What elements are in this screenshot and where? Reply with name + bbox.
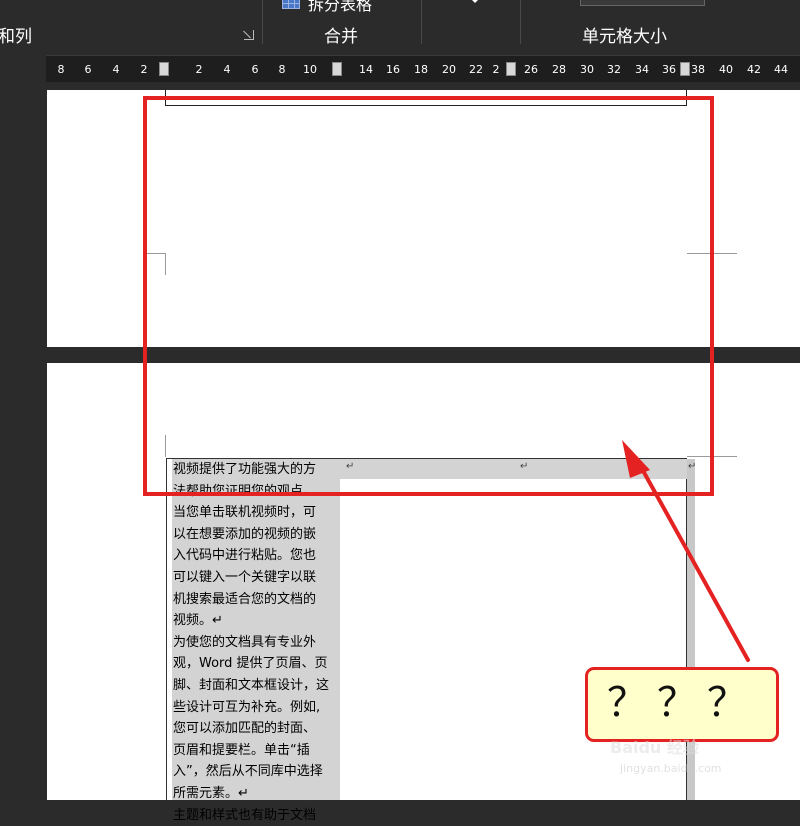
ruler-tick: 18 <box>406 63 436 76</box>
ruler-tick: 10 <box>295 63 325 76</box>
question-callout: ？？？ <box>585 667 779 742</box>
text-line: 当您单击联机视频时，可 <box>173 502 341 524</box>
ruler-tick: 4 <box>212 63 242 76</box>
ruler-tick: 2 <box>184 63 214 76</box>
text-line: 页眉和提要栏。单击“插 <box>173 740 341 762</box>
group-separator <box>520 0 521 44</box>
ruler-tick: 8 <box>267 63 297 76</box>
left-indent-marker[interactable] <box>159 62 169 76</box>
ruler-tick: 6 <box>240 63 270 76</box>
text-line: 以在想要添加的视频的嵌 <box>173 524 341 546</box>
ruler-tick: 28 <box>544 63 574 76</box>
ruler-tick: 14 <box>351 63 381 76</box>
ruler-tick: 34 <box>627 63 657 76</box>
ribbon: 和列 拆分表格 合并 单元格大小 <box>0 0 800 55</box>
highlight-box <box>143 96 714 496</box>
group-separator <box>421 0 422 44</box>
text-line: 主题和样式也有助于文档 <box>173 805 341 826</box>
group-separator <box>262 0 263 44</box>
text-line: 为使您的文档具有专业外 <box>173 632 341 654</box>
ruler-tick: 16 <box>378 63 408 76</box>
cell-size-group-label: 单元格大小 <box>582 22 667 47</box>
split-table-label: 拆分表格 <box>308 0 372 15</box>
text-line: 视频。↵ <box>173 610 341 632</box>
ruler-tick: 26 <box>516 63 546 76</box>
text-line: 您可以添加匹配的封面、 <box>173 718 341 740</box>
dialog-launcher-icon[interactable] <box>244 30 254 40</box>
ruler-tick: 44 <box>766 63 796 76</box>
text-line: 入代码中进行粘贴。您也 <box>173 545 341 567</box>
ruler-tick: 38 <box>683 63 713 76</box>
ruler-tick: 20 <box>434 63 464 76</box>
horizontal-ruler[interactable]: 8 6 4 2 2 4 6 8 10 14 16 18 20 22 2 26 2… <box>46 55 800 83</box>
text-line: 些设计可互为补充。例如, <box>173 697 341 719</box>
ruler-tick: 42 <box>739 63 769 76</box>
table-icon <box>282 0 300 9</box>
split-table-button[interactable]: 拆分表格 <box>282 0 372 15</box>
rows-columns-group-label: 和列 <box>0 22 32 47</box>
ruler-tick: 30 <box>572 63 602 76</box>
text-line: 所需元素。↵ <box>173 783 341 805</box>
text-line: 可以键入一个关键字以联 <box>173 567 341 589</box>
text-line: 观，Word 提供了页眉、页 <box>173 653 341 675</box>
ruler-tick: 32 <box>599 63 629 76</box>
ruler-tick: 8 <box>46 63 76 76</box>
merge-group-label: 合并 <box>324 22 358 47</box>
text-line: 脚、封面和文本框设计，这 <box>173 675 341 697</box>
column-marker[interactable] <box>332 62 342 76</box>
watermark-url: jingyan.baidu.com <box>620 762 722 775</box>
ruler-tick: 2 <box>129 63 159 76</box>
cell-width-input[interactable] <box>580 0 705 6</box>
text-line: 入”，然后从不同库中选择 <box>173 761 341 783</box>
ruler-tick: 4 <box>101 63 131 76</box>
watermark-brand: Baidu 经验 <box>610 734 699 758</box>
text-line: 机搜索最适合您的文档的 <box>173 589 341 611</box>
cell-text[interactable]: 视频提供了功能强大的方 法帮助您证明您的观点。 当您单击联机视频时，可 以在想要… <box>173 459 341 826</box>
ruler-tick: 6 <box>73 63 103 76</box>
column-marker[interactable] <box>506 62 516 76</box>
chevron-down-icon[interactable] <box>470 0 480 3</box>
ruler-tick: 40 <box>711 63 741 76</box>
